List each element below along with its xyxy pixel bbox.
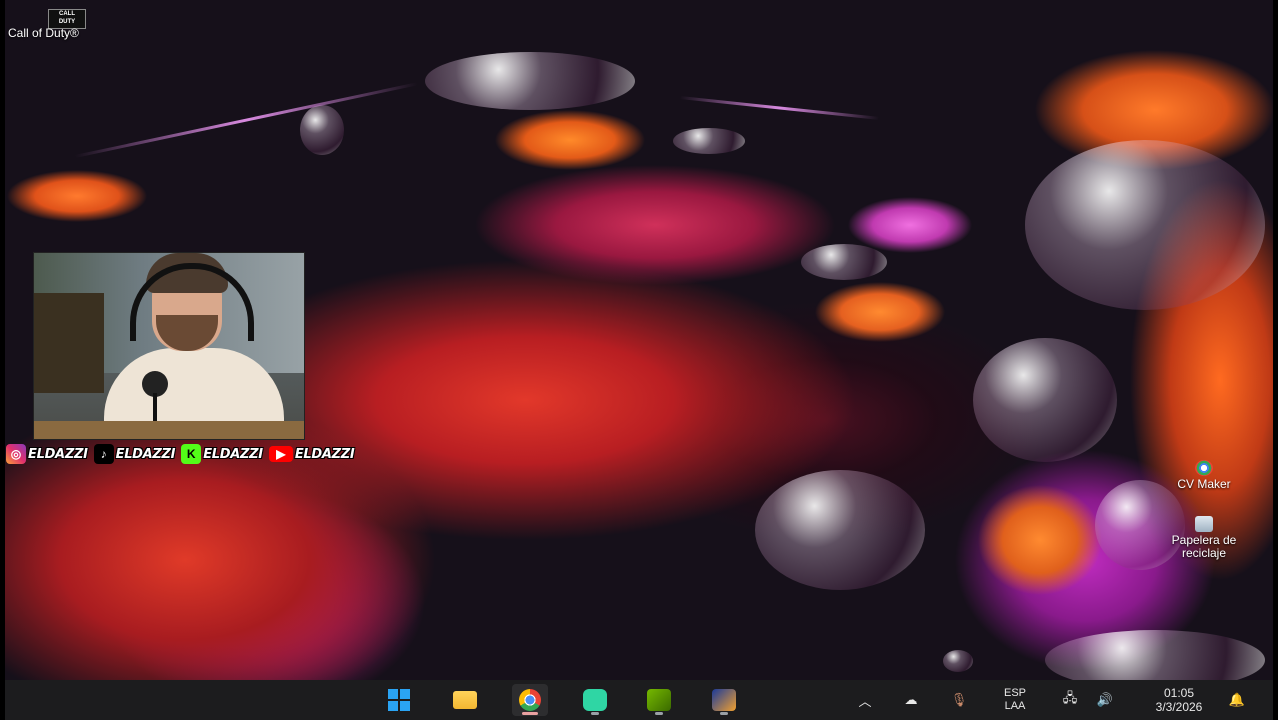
discord-icon <box>583 689 607 711</box>
desk <box>34 421 304 439</box>
desktop-shortcut-cv-maker[interactable]: CV Maker <box>1156 460 1252 491</box>
recycle-bin-icon <box>1195 516 1213 532</box>
nvidia-icon <box>647 689 671 711</box>
keyboard-layout-code: LAA <box>1004 700 1026 712</box>
taskbar-clock[interactable]: 01:05 3/3/2026 <box>1139 680 1219 720</box>
language-code: ESP <box>1003 687 1026 699</box>
webcam-overlay <box>33 252 305 440</box>
social-handle: ELDAZZI <box>28 446 88 462</box>
wallpaper-streak <box>679 96 880 120</box>
counter-strike-icon <box>712 689 736 711</box>
clock-date: 3/3/2026 <box>1155 700 1203 714</box>
wallpaper-bubble <box>973 338 1117 462</box>
network-icon[interactable]: 🖧 <box>1059 680 1081 720</box>
onedrive-icon[interactable]: ☁ <box>899 680 923 720</box>
taskbar: ︿ ☁ 🎙 ESP LAA 🖧 🔊 01:05 3/3/2026 🔔 <box>5 680 1273 720</box>
folder-icon <box>453 691 477 709</box>
youtube-icon: ▶ <box>268 446 293 462</box>
wallpaper-bubble <box>673 128 745 154</box>
taskbar-chrome[interactable] <box>512 684 548 716</box>
windows-icon <box>388 689 410 711</box>
wallpaper-bubble <box>1025 140 1265 310</box>
social-tiktok: ♪ ELDAZZI <box>93 444 176 464</box>
webcam-shelf <box>34 293 104 393</box>
running-indicator <box>655 712 663 715</box>
social-youtube: ▶ ELDAZZI <box>268 446 355 462</box>
social-handle: ELDAZZI <box>294 446 355 462</box>
wallpaper-bubble <box>1045 630 1265 680</box>
wallpaper-bubble <box>300 105 344 155</box>
wallpaper-bubble <box>425 52 635 110</box>
social-kick: K ELDAZZI <box>181 444 263 464</box>
chrome-icon <box>519 689 541 711</box>
volume-icon[interactable]: 🔊 <box>1093 680 1117 720</box>
start-button[interactable] <box>381 684 417 716</box>
social-handles-bar: ◎ ELDAZZI ♪ ELDAZZI K ELDAZZI ▶ ELDAZZI <box>6 443 355 465</box>
social-instagram: ◎ ELDAZZI <box>6 444 88 464</box>
microphone-in-use-icon[interactable]: 🎙 <box>949 680 969 720</box>
show-hidden-icons-chevron-icon[interactable]: ︿ <box>855 680 875 720</box>
taskbar-discord[interactable] <box>577 684 613 716</box>
wallpaper-bubble <box>943 650 973 672</box>
wallpaper-bubble <box>755 470 925 590</box>
shortcut-label: Call of Duty® <box>8 26 79 40</box>
clock-time: 01:05 <box>1163 686 1195 700</box>
instagram-icon: ◎ <box>6 444 26 464</box>
tiktok-icon: ♪ <box>93 444 114 464</box>
chrome-app-icon <box>1195 460 1213 476</box>
input-language-indicator[interactable]: ESP LAA <box>995 680 1035 720</box>
social-handle: ELDAZZI <box>203 446 263 462</box>
running-indicator <box>720 712 728 715</box>
running-indicator <box>522 712 538 715</box>
wallpaper-bubble <box>801 244 887 280</box>
taskbar-file-explorer[interactable] <box>447 684 483 716</box>
social-handle: ELDAZZI <box>115 446 176 462</box>
desktop-shortcut-recycle-bin[interactable]: Papelera de reciclaje <box>1156 516 1252 560</box>
shortcut-label: CV Maker <box>1177 477 1231 491</box>
running-indicator <box>591 712 599 715</box>
notification-bell-icon[interactable]: 🔔 <box>1227 680 1247 720</box>
shortcut-label: Papelera de reciclaje <box>1171 533 1237 560</box>
taskbar-nvidia[interactable] <box>641 684 677 716</box>
kick-icon: K <box>181 444 202 464</box>
wallpaper-streak <box>74 82 418 158</box>
taskbar-counter-strike[interactable] <box>706 684 742 716</box>
